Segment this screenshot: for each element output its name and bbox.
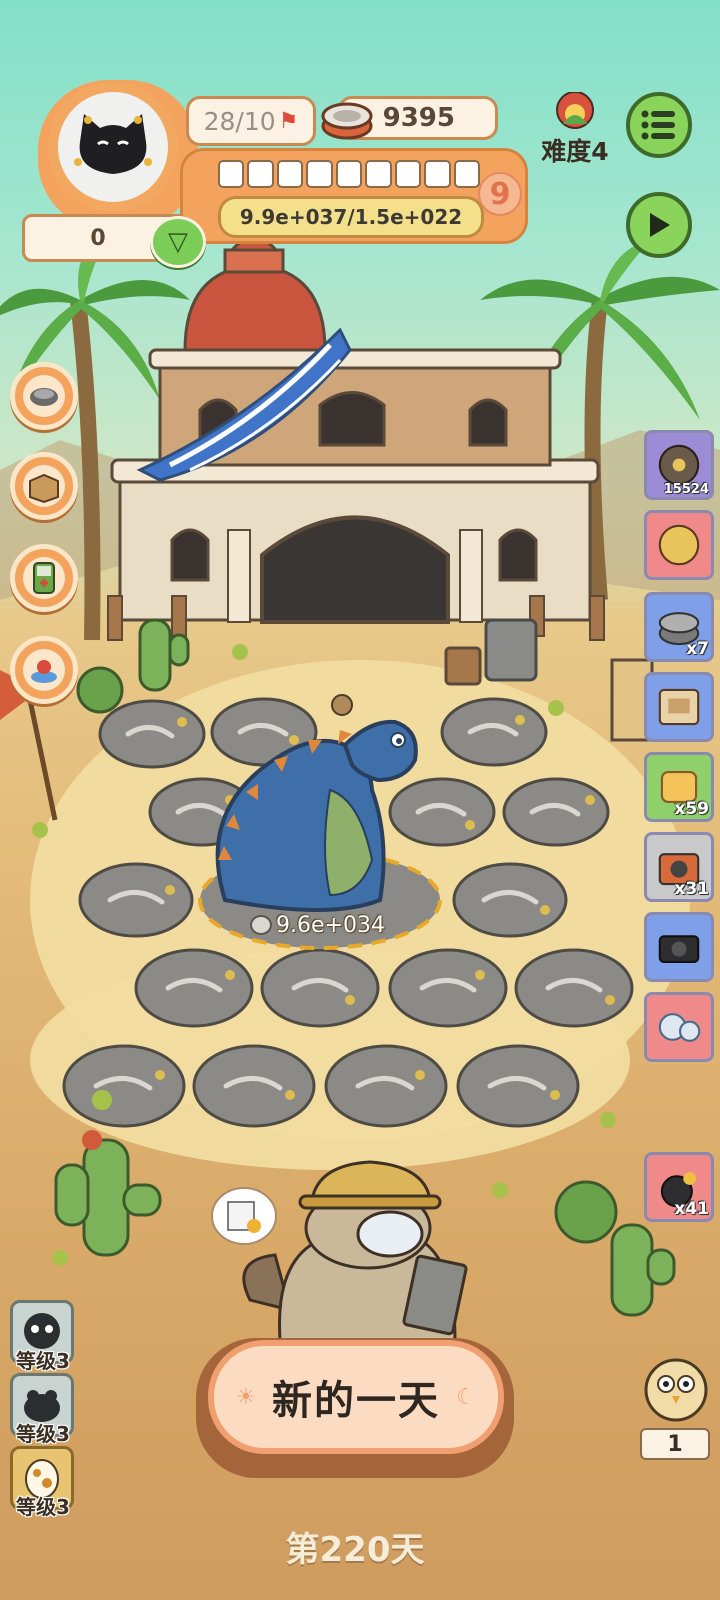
sun-icon: ☀ [236,1384,256,1410]
trophy-button[interactable] [10,636,78,704]
dino-value-text: 9.6e+034 [276,912,385,938]
chevron-down-icon: ▽ [168,227,188,257]
moon-icon: ☾ [456,1384,476,1410]
inventory-item[interactable] [644,912,714,982]
inventory-item-count: x31 [674,879,709,899]
inventory-item-count: x7 [686,639,709,659]
progress-segment [365,160,392,188]
new-day-button[interactable]: ☀ 新的一天 ☾ [208,1340,504,1454]
progress-segment [276,160,304,188]
raccoon-paleontologist [242,1160,468,1342]
progress-segment [218,160,245,188]
level-label-frog: 等级3 [16,1422,70,1446]
flower-icon [556,92,594,129]
inventory-item-count: 15524 [663,482,709,497]
new-day-label: 新的一天 [272,1378,440,1424]
player-avatar[interactable] [48,82,178,212]
expand-down-button[interactable]: ▽ [150,216,206,268]
difficulty-indicator[interactable]: 难度4 [530,92,620,172]
pan-button[interactable] [10,362,78,430]
level-progress-bar [218,160,480,188]
progress-segment [394,160,422,188]
stone-icon [250,915,272,935]
inventory-item[interactable]: 15524 [644,430,714,500]
fossil-creature-icon [658,1013,701,1042]
camera-icon [658,935,700,963]
list-icon [641,110,675,140]
handheld-console-icon [33,562,55,594]
owl-count: 1 [667,1431,683,1457]
inventory-item[interactable] [644,510,714,580]
black-cat-icon [74,114,152,174]
difficulty-label: 难度4 [541,137,609,166]
inventory-item[interactable] [644,992,714,1062]
inventory-item-count: x59 [674,799,709,819]
day-counter: 第220天 [285,1530,425,1570]
play-icon [650,213,670,237]
dino-value-label: 9.6e+034 [250,910,385,940]
inventory-item[interactable]: x59 [644,752,714,822]
currency-bar: 9.9e+037/1.5e+022 [218,196,484,238]
handheld-button[interactable] [10,544,78,612]
level-label-ghost: 等级3 [16,1349,70,1373]
progress-segment [335,160,363,188]
left-counter-value: 0 [90,225,106,251]
currency-bar-text: 9.9e+037/1.5e+022 [239,205,463,229]
box-icon [29,473,59,504]
food-can-icon [320,94,374,142]
certificate-bubble [211,1187,277,1245]
inventory-item[interactable]: x7 [644,592,714,662]
progress-segment [453,160,480,188]
progress-segment [306,160,333,188]
food-progress-text: 28/10 [203,106,276,136]
food-progress-pill: 28/10 ⚑ [186,96,316,146]
inventory-item[interactable]: x41 [644,1152,714,1222]
menu-button[interactable] [626,92,692,158]
level-label-egg: 等级3 [16,1495,70,1519]
play-button[interactable] [626,192,692,258]
plus-two-stone-icon [658,524,700,566]
level-badge: 9 [478,172,522,216]
inventory-item[interactable]: x31 [644,832,714,902]
level-badge-value: 9 [489,176,511,212]
flag-icon: ⚑ [278,108,299,134]
owl-helper-button[interactable]: 1 [636,1350,714,1460]
spinning-top-icon [31,660,57,683]
owl-icon [644,1358,708,1422]
pan-icon [30,388,58,406]
cactus-bottom-left [54,1130,162,1257]
coins-value: 9395 [382,103,455,133]
progress-segment [247,160,274,188]
owl-count-pill: 1 [640,1428,710,1460]
box-button[interactable] [10,452,78,520]
progress-segment [424,160,451,188]
inventory-item-count: x41 [674,1199,709,1219]
inventory-item[interactable] [644,672,714,742]
machine-icon [658,688,700,726]
